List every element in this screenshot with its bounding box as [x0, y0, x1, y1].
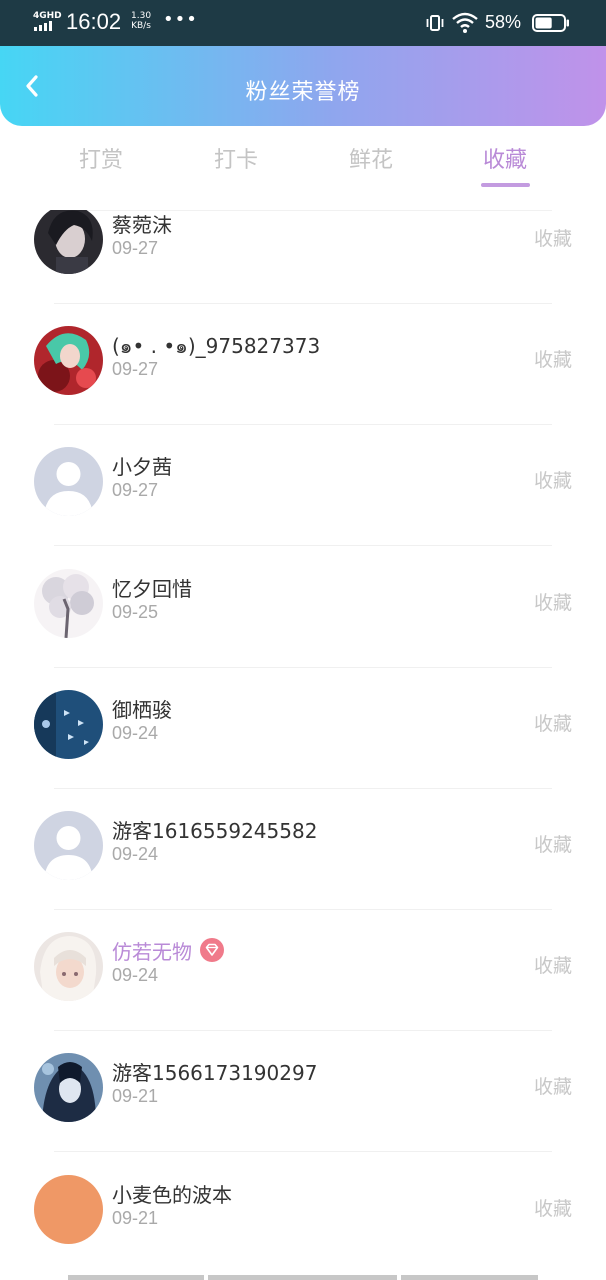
divider [54, 1151, 552, 1153]
tab-label: 打赏 [78, 148, 123, 173]
fan-name-text: 游客1616559245582 [112, 819, 318, 843]
divider [54, 1030, 552, 1032]
favorite-action-label: 收藏 [533, 1197, 572, 1220]
favorite-action-label: 收藏 [533, 228, 572, 250]
avatar[interactable] [34, 932, 103, 1002]
favorite-action-label: 收藏 [533, 955, 572, 978]
fan-name-text: 忆夕回惜 [112, 576, 192, 601]
status-bar: 4GHD 16:02 1.30 KB/s ••• 58% [0, 0, 606, 46]
scroll-indicator [0, 1275, 606, 1280]
divider [54, 424, 552, 426]
fan-date: 09-27 [112, 238, 159, 258]
fan-name-text: 游客1566173190297 [112, 1061, 318, 1086]
battery-icon [532, 14, 569, 32]
fan-date: 09-27 [112, 359, 159, 380]
favorite-action-label: 收藏 [533, 712, 572, 735]
fan-name-text: 御栖骏 [112, 697, 172, 722]
tab-label: 收藏 [482, 148, 527, 173]
avatar[interactable] [34, 210, 103, 274]
divider [54, 666, 552, 668]
fan-name-text: (๑• . •๑)_975827373 [112, 334, 321, 359]
network-speed: 1.30 KB/s [131, 11, 151, 31]
more-notifications-icon: ••• [163, 9, 198, 30]
divider [54, 787, 552, 789]
network-speed-unit: KB/s [131, 21, 151, 31]
fan-date: 09-24 [112, 844, 159, 864]
avatar[interactable] [34, 689, 103, 759]
tab-bar: 打赏 打卡 鲜花 收藏 [0, 130, 606, 190]
diamond-icon [200, 938, 224, 963]
list-item[interactable]: (๑• . •๑)_975827373 09-27 收藏 [0, 316, 606, 437]
battery-percent: 58% [485, 12, 522, 32]
fan-name-text: 小夕茜 [112, 455, 172, 480]
fan-date: 09-24 [112, 965, 159, 986]
fan-name: (๑• . •๑)_975827373 [112, 330, 320, 362]
network-type: 4GHD [33, 11, 62, 21]
list-item[interactable]: 游客1566173190297 09-21 收藏 [0, 1043, 606, 1164]
divider [54, 909, 552, 910]
fan-name-text: 仿若无物 [112, 940, 192, 965]
divider [54, 303, 552, 304]
page-title: 粉丝荣誉榜 [245, 80, 361, 105]
fan-name: 御栖骏 [112, 694, 172, 723]
clock: 16:02 [66, 9, 122, 34]
list-item[interactable]: 小夕茜 09-27 收藏 [0, 437, 606, 558]
fan-name: 小夕茜 [112, 451, 172, 480]
avatar[interactable] [34, 811, 103, 880]
fan-name: 蔡菀沫 [112, 210, 172, 238]
fan-date: 09-25 [112, 601, 159, 622]
list-item[interactable]: 游客1616559245582 09-24 收藏 [0, 801, 606, 922]
fan-name-text: 小麦色的波本 [112, 1182, 232, 1207]
tab-favorites[interactable]: 收藏 [455, 142, 555, 187]
fan-name: 忆夕回惜 [112, 573, 192, 602]
favorite-action-label: 收藏 [533, 834, 572, 856]
vibrate-icon [426, 15, 444, 31]
network-speed-value: 1.30 [131, 11, 152, 21]
fan-date: 09-21 [112, 1086, 159, 1107]
fan-list[interactable]: 蔡菀沫 09-27 收藏 (๑• . •๑)_975827373 09-27 收藏 小夕茜 0… [0, 210, 606, 1270]
fan-name: 游客1566173190297 [112, 1057, 317, 1086]
list-item[interactable]: 蔡菀沫 09-27 收藏 [0, 210, 606, 316]
tab-label: 打卡 [213, 148, 258, 173]
avatar[interactable] [34, 568, 103, 638]
signal-icon [34, 21, 52, 31]
list-item[interactable]: 小麦色的波本 09-21 收藏 [0, 1165, 606, 1270]
active-tab-indicator [481, 183, 530, 187]
wifi-icon [452, 12, 478, 33]
list-item[interactable]: 忆夕回惜 09-25 收藏 [0, 559, 606, 680]
favorite-action-label: 收藏 [533, 470, 572, 493]
favorite-action-label: 收藏 [533, 349, 572, 372]
divider [54, 545, 552, 547]
tab-label: 鲜花 [348, 148, 393, 173]
fan-name: 仿若无物 [112, 936, 224, 965]
avatar[interactable] [34, 447, 103, 517]
tab-flowers[interactable]: 鲜花 [321, 142, 421, 174]
fan-date: 09-21 [112, 1207, 159, 1228]
fan-date: 09-27 [112, 480, 159, 501]
tab-reward[interactable]: 打赏 [51, 142, 151, 174]
fan-date: 09-24 [112, 722, 159, 743]
list-item[interactable]: 仿若无物 09-24 收藏 [0, 922, 606, 1043]
avatar[interactable] [34, 326, 103, 396]
favorite-action-label: 收藏 [533, 1076, 572, 1099]
tab-checkin[interactable]: 打卡 [186, 142, 286, 174]
avatar[interactable] [34, 1174, 103, 1244]
favorite-action-label: 收藏 [533, 591, 572, 614]
fan-name-text: 蔡菀沫 [112, 213, 172, 237]
page-header: 粉丝荣誉榜 [0, 46, 606, 126]
fan-name: 小麦色的波本 [112, 1179, 232, 1208]
fan-name: 游客1616559245582 [112, 815, 317, 844]
avatar[interactable] [34, 1053, 103, 1123]
list-item[interactable]: 御栖骏 09-24 收藏 [0, 680, 606, 801]
